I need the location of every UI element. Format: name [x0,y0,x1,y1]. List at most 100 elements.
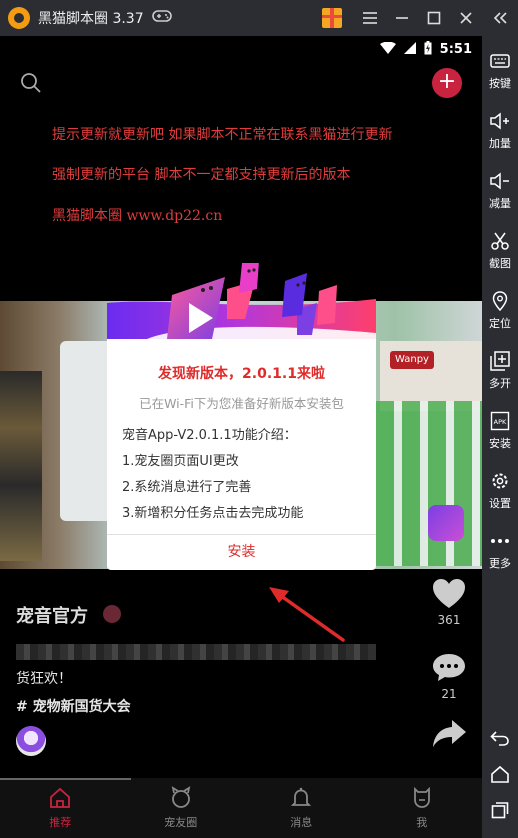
collapse-sidebar-icon[interactable] [482,0,518,36]
android-recents-button[interactable] [482,792,518,828]
profile-icon [413,786,430,808]
emulator-title-bar: 黑猫脚本圈 3.37 [0,0,518,36]
comment-count: 21 [441,687,457,701]
sidebar-item-install-apk[interactable]: APK 安装 [482,400,518,460]
tab-pet-circle[interactable]: 宠友圈 [121,778,242,838]
comment-icon [433,654,465,681]
sidebar-item-label: 截图 [489,256,511,270]
feature-item: 1.宠友圈页面UI更改 [122,454,239,469]
emulator-sidebar: 按键 加量 减量 截图 定位 多开 APK 安装 设置 更多 [482,36,518,838]
tab-label: 推荐 [49,816,72,829]
signal-icon [403,41,416,57]
dialog-title: 发现新版本，2.0.1.1来啦 [158,366,325,382]
sidebar-item-volume-down[interactable]: 减量 [482,160,518,220]
gift-icon[interactable] [322,8,342,28]
svg-text:APK: APK [494,418,507,426]
update-dialog: 发现新版本，2.0.1.1来啦 已在Wi-Fi下为您准备好新版本安装包 宠音Ap… [107,261,376,570]
close-icon[interactable] [450,0,482,36]
sidebar-item-label: 按键 [489,76,511,90]
tab-recommend[interactable]: 推荐 [0,778,121,838]
sidebar-item-more[interactable]: 更多 [482,520,518,580]
home-icon [50,787,71,808]
dialog-body: 发现新版本，2.0.1.1来啦 已在Wi-Fi下为您准备好新版本安装包 宠音Ap… [107,345,376,570]
tab-label: 消息 [290,816,313,829]
volume-up-icon [489,110,511,132]
status-bar: 5:51 [0,36,482,62]
top-bar: + [0,66,482,102]
share-button[interactable] [430,716,468,753]
sidebar-item-label: 减量 [489,196,511,210]
like-count: 361 [437,613,461,627]
avatar[interactable] [16,726,46,756]
dialog-subtitle: 已在Wi-Fi下为您准备好新版本安装包 [139,396,344,411]
home-icon [491,765,509,783]
install-button[interactable]: 安装 [107,535,376,570]
heart-icon [433,579,465,608]
sidebar-item-screenshot[interactable]: 截图 [482,220,518,280]
post-caption: 货狂欢！ [16,671,72,687]
tab-me[interactable]: 我 [362,778,483,838]
brand-label: Wanpy [390,351,434,369]
apk-install-icon: APK [489,410,511,432]
sidebar-item-volume-up[interactable]: 加量 [482,100,518,160]
comment-button[interactable]: 21 [430,650,468,701]
window-title: 黑猫脚本圈 3.37 [38,11,144,27]
app-logo-icon [8,7,30,29]
scissors-icon [489,230,511,252]
sidebar-item-multi-open[interactable]: 多开 [482,340,518,400]
search-icon[interactable] [20,72,42,94]
sidebar-item-label: 安装 [489,436,511,450]
gamepad-icon[interactable] [151,9,172,27]
keyboard-icon [489,50,511,72]
sidebar-item-label: 更多 [489,556,511,570]
status-time: 5:51 [439,41,472,57]
notice-line: 提示更新就更新吧 如果脚本不正常在联系黑猫进行更新 [52,127,393,143]
app-watermark-icon [428,505,464,541]
sidebar-item-location[interactable]: 定位 [482,280,518,340]
like-button[interactable]: 361 [430,576,468,627]
maximize-icon[interactable] [418,0,450,36]
tab-messages[interactable]: 消息 [241,778,362,838]
add-post-button[interactable]: + [432,68,462,98]
wifi-icon [379,41,396,57]
volume-down-icon [489,170,511,192]
notice-line: 黑猫脚本圈 www.dp22.cn [52,208,223,224]
tab-label: 我 [416,816,428,829]
more-dots-icon [489,530,511,552]
share-icon [433,720,466,747]
feature-intro: 宠音App-V2.0.1.1功能介绍： [122,428,297,443]
android-back-button[interactable] [482,720,518,756]
recent-apps-icon [491,802,509,819]
minimize-icon[interactable] [386,0,418,36]
masked-text [16,644,376,660]
back-arrow-icon [490,731,509,746]
sidebar-item-settings[interactable]: 设置 [482,460,518,520]
bottom-navigation: 推荐 宠友圈 消息 我 [0,778,482,838]
feature-item: 3.新增积分任务点击去完成功能 [122,506,304,521]
feature-item: 2.系统消息进行了完善 [122,480,252,495]
gear-icon [489,470,511,492]
multi-instance-icon [489,350,511,372]
android-home-button[interactable] [482,756,518,792]
menu-icon[interactable] [354,0,386,36]
gender-icon [103,605,121,623]
sidebar-item-label: 定位 [489,316,511,330]
battery-icon [424,40,432,58]
product-image [0,371,42,561]
tab-indicator [0,778,131,780]
author-name[interactable]: 宠音官方 [16,602,88,628]
product-image [376,401,482,566]
sidebar-item-label: 多开 [489,376,511,390]
emulator-window: 黑猫脚本圈 3.37 按键 加量 减量 截图 定位 多开 APK 安装 设置 更… [0,0,518,838]
notice-line: 强制更新的平台 脚本不一定都支持更新后的版本 [52,167,351,183]
pointer-arrow-icon [269,587,345,642]
sidebar-item-keys[interactable]: 按键 [482,40,518,100]
pet-circle-icon [171,786,191,808]
tab-label: 宠友圈 [164,816,198,829]
sidebar-item-label: 设置 [489,496,511,510]
location-pin-icon [489,290,511,312]
dialog-banner [107,261,376,345]
post-hashtag[interactable]: # 宠物新国货大会 [16,696,131,716]
sidebar-item-label: 加量 [489,136,511,150]
bell-icon [291,787,312,806]
